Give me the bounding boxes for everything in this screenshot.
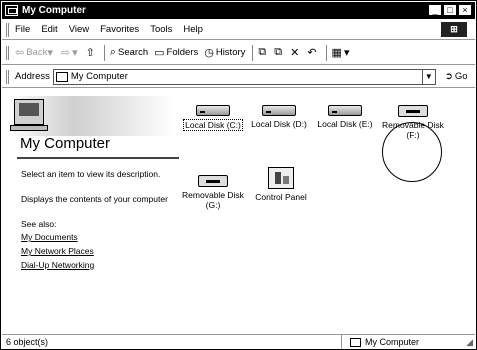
- status-bar: 6 object(s) My Computer ◢: [2, 334, 475, 349]
- back-arrow-icon: ⇦: [15, 47, 25, 59]
- search-label: Search: [118, 47, 149, 58]
- link-my-documents[interactable]: My Documents: [21, 232, 78, 242]
- content-area: My Computer Select an item to view its d…: [2, 89, 475, 333]
- drive-label: Local Disk (C:): [183, 119, 243, 131]
- hard-disk-icon: [328, 105, 362, 116]
- history-label: History: [215, 47, 246, 58]
- address-label: Address: [15, 71, 50, 82]
- description-text: Displays the contents of your computer: [21, 194, 168, 204]
- history-button[interactable]: ◷ History: [204, 46, 245, 59]
- toolbar-grip[interactable]: [6, 22, 9, 37]
- search-button[interactable]: ⌕ Search: [110, 46, 148, 59]
- forward-button[interactable]: ⇨ ▾: [61, 46, 80, 59]
- go-arrow-icon: ➲: [444, 71, 453, 82]
- toolbar-separator: [103, 44, 105, 61]
- menu-tools[interactable]: Tools: [150, 24, 172, 35]
- views-icon: ▦: [331, 47, 342, 59]
- address-dropdown-button[interactable]: ▼: [421, 69, 435, 84]
- back-label: Back: [26, 47, 48, 58]
- go-button[interactable]: ➲ Go: [445, 71, 468, 82]
- status-zone-label: My Computer: [365, 337, 420, 347]
- drive-label: Removable Disk (G:): [182, 190, 244, 210]
- computer-icon: [14, 99, 44, 125]
- computer-icon: [5, 5, 18, 16]
- search-icon: ⌕: [109, 46, 117, 58]
- title-bar[interactable]: My Computer _ □ ×: [2, 2, 475, 19]
- drive-label: Local Disk (E:): [317, 119, 373, 129]
- drive-g[interactable]: Removable Disk (G:): [180, 175, 246, 210]
- toolbar-separator: [252, 44, 254, 61]
- standard-toolbar: ⇦ Back ▾ ⇨ ▾ ⇧ ⌕ Search ▭ Folders ◷ Hist…: [2, 41, 475, 65]
- history-icon: ◷: [204, 47, 214, 59]
- menu-favorites[interactable]: Favorites: [100, 24, 139, 35]
- computer-icon: [55, 71, 68, 82]
- chevron-down-icon: ▾: [343, 47, 350, 59]
- maximize-button[interactable]: □: [443, 4, 457, 16]
- removable-disk-icon: [398, 105, 428, 117]
- folders-button[interactable]: ▭ Folders: [154, 46, 198, 59]
- window-title: My Computer: [22, 5, 86, 16]
- toolbar-grip[interactable]: [6, 45, 9, 60]
- chevron-down-icon: ▾: [72, 47, 78, 59]
- drive-c[interactable]: Local Disk (C:): [180, 105, 246, 131]
- toolbar-separator: [325, 44, 327, 61]
- minimize-button[interactable]: _: [428, 4, 442, 16]
- control-panel-label: Control Panel: [255, 192, 307, 202]
- computer-icon: [350, 337, 361, 347]
- link-my-network-places[interactable]: My Network Places: [21, 246, 94, 256]
- control-panel-icon: [268, 167, 294, 189]
- menu-view[interactable]: View: [69, 24, 89, 35]
- explorer-window: My Computer _ □ × File Edit View Favorit…: [0, 0, 477, 350]
- copy-to-button[interactable]: ⧉: [274, 46, 284, 59]
- chevron-down-icon: ▾: [47, 47, 53, 59]
- undo-button[interactable]: ↶: [307, 46, 318, 59]
- delete-icon: ✕: [290, 47, 300, 59]
- close-button[interactable]: ×: [458, 4, 472, 16]
- computer-keyboard-icon: [10, 125, 48, 131]
- views-button[interactable]: ▦ ▾: [332, 46, 352, 59]
- selection-prompt: Select an item to view its description.: [21, 169, 161, 179]
- see-also-label: See also:: [21, 219, 57, 229]
- copy-to-icon: ⧉: [274, 46, 283, 58]
- link-dial-up-networking[interactable]: Dial-Up Networking: [21, 260, 94, 270]
- go-label: Go: [454, 71, 468, 82]
- move-to-icon: ⧉: [258, 46, 267, 58]
- hard-disk-icon: [196, 105, 230, 116]
- drive-d[interactable]: Local Disk (D:): [246, 105, 312, 129]
- menu-edit[interactable]: Edit: [41, 24, 57, 35]
- control-panel[interactable]: Control Panel: [248, 167, 314, 202]
- undo-icon: ↶: [307, 47, 317, 59]
- windows-logo-icon: ⊞: [441, 22, 467, 37]
- drive-label: Local Disk (D:): [251, 119, 307, 129]
- menu-file[interactable]: File: [15, 24, 30, 35]
- delete-button[interactable]: ✕: [290, 46, 301, 59]
- folders-icon: ▭: [154, 47, 165, 59]
- address-value: My Computer: [70, 71, 128, 82]
- back-button[interactable]: ⇦ Back ▾: [15, 46, 55, 59]
- drive-e[interactable]: Local Disk (E:): [312, 105, 378, 129]
- drive-label: Removable Disk (F:): [382, 120, 444, 140]
- info-pane: My Computer Select an item to view its d…: [2, 89, 185, 333]
- heading-divider: [17, 157, 179, 159]
- up-button[interactable]: ⇧: [86, 46, 97, 59]
- toolbar-grip[interactable]: [6, 69, 9, 84]
- status-zone: My Computer: [342, 337, 419, 347]
- pane-heading: My Computer: [20, 135, 111, 152]
- hard-disk-icon: [262, 105, 296, 116]
- resize-grip[interactable]: ◢: [466, 337, 473, 348]
- status-object-count: 6 object(s): [2, 335, 342, 349]
- menu-bar: File Edit View Favorites Tools Help ⊞: [2, 20, 475, 40]
- drive-f[interactable]: Removable Disk (F:): [380, 105, 446, 140]
- address-input[interactable]: My Computer ▼: [52, 68, 436, 85]
- address-bar: Address My Computer ▼ ➲ Go: [2, 66, 475, 88]
- window-controls: _ □ ×: [428, 4, 472, 16]
- forward-arrow-icon: ⇨: [60, 47, 71, 59]
- menu-help[interactable]: Help: [183, 24, 203, 35]
- removable-disk-icon: [198, 175, 228, 187]
- move-to-button[interactable]: ⧉: [258, 46, 268, 59]
- folders-label: Folders: [166, 47, 199, 58]
- up-folder-icon: ⇧: [85, 47, 95, 59]
